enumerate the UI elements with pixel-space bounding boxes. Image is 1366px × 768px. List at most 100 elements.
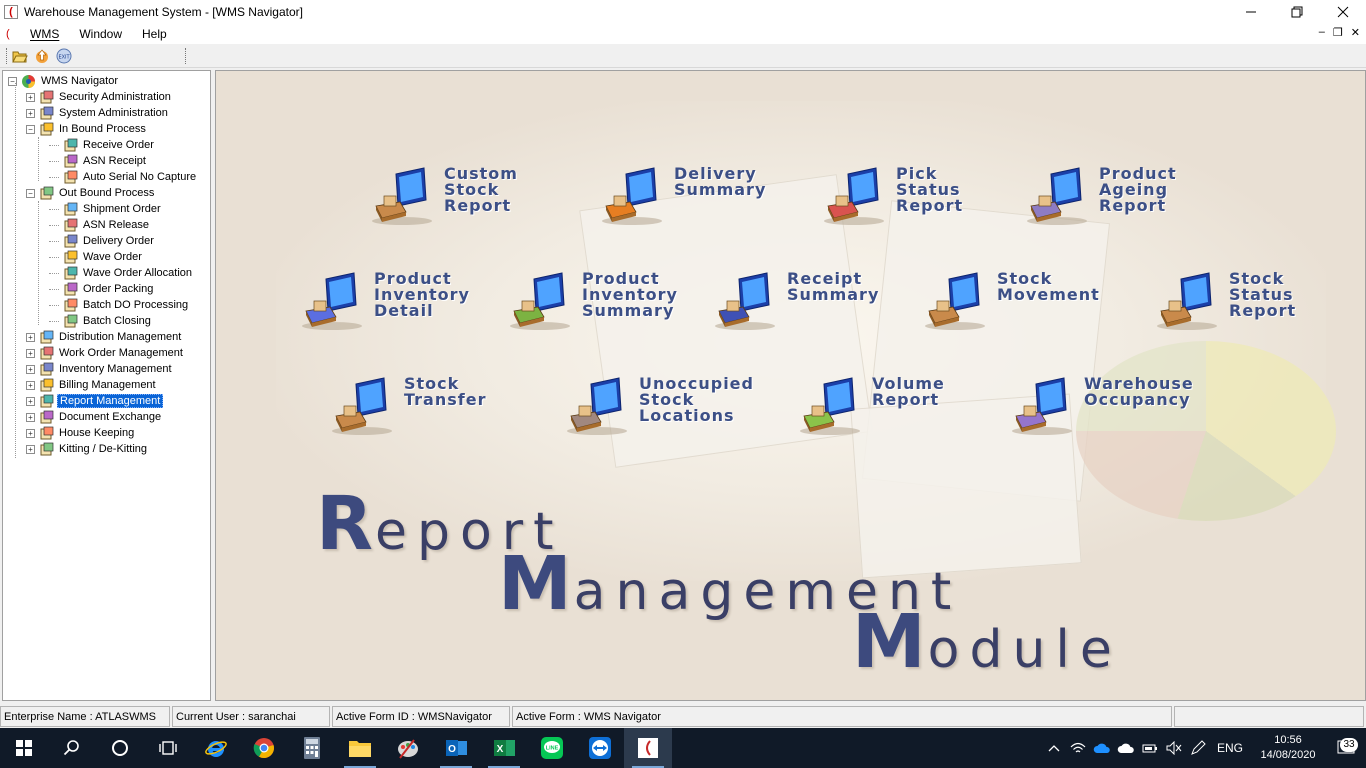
tree-item-inventory-management[interactable]: + Inventory Management [26,361,174,377]
report-product-ageing-report[interactable]: Product Ageing Report [1021,166,1177,228]
tree-item-kitting-de-kitting[interactable]: + Kitting / De-Kitting [26,441,149,457]
tree-item-label: ASN Receipt [83,155,146,167]
expand-icon[interactable]: + [26,396,35,406]
battery-icon [1142,744,1157,753]
menu-help[interactable]: Help [132,27,177,41]
open-button[interactable] [9,46,31,66]
tree-item-out-bound-process[interactable]: − Out Bound Process [26,185,156,201]
tree-guide-line [15,83,16,458]
tree-root[interactable]: − WMS Navigator [8,73,120,89]
network-button[interactable] [1066,741,1090,755]
tree-item-asn-release[interactable]: ASN Release [49,217,151,233]
tree-item-report-management[interactable]: + Report Management [26,393,164,409]
cortana-button[interactable] [96,728,144,768]
line-button[interactable]: LINE [528,728,576,768]
onedrive-personal-button[interactable] [1114,742,1138,754]
tree-item-document-exchange[interactable]: + Document Exchange [26,409,163,425]
task-view-button[interactable] [144,728,192,768]
billing-management-icon [38,378,54,392]
teamviewer-button[interactable] [576,728,624,768]
calculator-button[interactable] [288,728,336,768]
report-warehouse-occupancy[interactable]: Warehouse Occupancy [1006,376,1194,438]
start-button[interactable] [0,728,48,768]
paint-app-button[interactable] [384,728,432,768]
expand-icon[interactable]: + [26,428,35,438]
expand-icon[interactable]: + [26,348,35,358]
action-center-button[interactable]: 33 [1326,738,1366,756]
tree-item-billing-management[interactable]: + Billing Management [26,377,158,393]
chevron-up-icon [1048,745,1060,752]
mdi-app-icon[interactable]: ( [6,28,20,40]
search-button[interactable] [48,728,96,768]
show-hidden-icons-button[interactable] [1042,744,1066,752]
app-logo-icon[interactable]: ( [4,4,18,19]
tree-item-label: Report Management [57,394,164,408]
expand-icon[interactable]: + [26,380,35,390]
wms-app-button[interactable] [624,728,672,768]
expand-icon[interactable]: + [26,412,35,422]
tree-item-asn-receipt[interactable]: ASN Receipt [49,153,148,169]
tree-connector [49,288,59,290]
mdi-minimize-button[interactable]: – [1319,26,1325,39]
tree-item-shipment-order[interactable]: Shipment Order [49,201,163,217]
report-volume-report[interactable]: Volume Report [794,376,945,438]
expand-icon[interactable]: + [26,332,35,342]
tree-item-wave-order[interactable]: Wave Order [49,249,144,265]
tree-item-order-packing[interactable]: Order Packing [49,281,155,297]
tree-item-batch-closing[interactable]: Batch Closing [49,313,153,329]
close-button[interactable] [1320,0,1366,23]
tree-item-system-administration[interactable]: + System Administration [26,105,170,121]
pen-button[interactable] [1186,740,1210,756]
report-delivery-summary[interactable]: Delivery Summary [596,166,766,228]
report-pick-status-report[interactable]: Pick Status Report [818,166,963,228]
exit-button[interactable]: EXIT [53,46,75,66]
tree-item-house-keeping[interactable]: + House Keeping [26,425,136,441]
expand-icon[interactable]: + [26,364,35,374]
collapse-icon[interactable]: − [26,124,35,134]
report-stock-status-report[interactable]: Stock Status Report [1151,271,1296,333]
tree-item-batch-do-processing[interactable]: Batch DO Processing [49,297,190,313]
tree-item-receive-order[interactable]: Receive Order [49,137,156,153]
order-packing-icon [62,282,78,296]
chrome-button[interactable] [240,728,288,768]
tree-item-delivery-order[interactable]: Delivery Order [49,233,156,249]
report-product-inventory-summary[interactable]: Product Inventory Summary [504,271,678,333]
status-extra [1174,706,1364,727]
report-receipt-summary[interactable]: Receipt Summary [709,271,879,333]
outlook-button[interactable]: O [432,728,480,768]
file-explorer-button[interactable] [336,728,384,768]
report-stock-movement[interactable]: Stock Movement [919,271,1100,333]
report-unoccupied-stock-locations[interactable]: Unoccupied Stock Locations [561,376,754,438]
tree-item-wave-order-allocation[interactable]: Wave Order Allocation [49,265,194,281]
expand-icon[interactable]: + [26,92,35,102]
report-custom-stock-report[interactable]: Custom Stock Report [366,166,518,228]
line-chat-icon: LINE [541,737,563,759]
volume-button[interactable] [1162,741,1186,755]
mdi-restore-button[interactable]: ❐ [1333,26,1343,39]
expand-icon[interactable]: + [26,108,35,118]
language-indicator[interactable]: ENG [1210,741,1250,755]
tree-connector [49,304,59,306]
report-label: Receipt Summary [787,269,880,304]
tree-item-work-order-management[interactable]: + Work Order Management [26,345,185,361]
tree-item-security-administration[interactable]: + Security Administration [26,89,173,105]
report-stock-transfer[interactable]: Stock Transfer [326,376,486,438]
tree-item-auto-serial-no-capture[interactable]: Auto Serial No Capture [49,169,198,185]
mdi-close-button[interactable]: ✕ [1351,26,1360,39]
collapse-icon[interactable]: − [26,188,35,198]
receive-order-icon [62,138,78,152]
expand-icon[interactable]: + [26,444,35,454]
internet-explorer-button[interactable] [192,728,240,768]
upload-button[interactable] [31,46,53,66]
battery-button[interactable] [1138,742,1162,754]
tree-item-in-bound-process[interactable]: − In Bound Process [26,121,148,137]
tree-item-distribution-management[interactable]: + Distribution Management [26,329,183,345]
minimize-button[interactable] [1228,0,1274,23]
menu-window[interactable]: Window [69,27,132,41]
report-product-inventory-detail[interactable]: Product Inventory Detail [296,271,470,333]
menu-wms[interactable]: WMS [20,27,69,41]
onedrive-button[interactable] [1090,742,1114,754]
clock[interactable]: 10:56 14/08/2020 [1250,733,1326,763]
maximize-button[interactable] [1274,0,1320,23]
excel-button[interactable]: X [480,728,528,768]
